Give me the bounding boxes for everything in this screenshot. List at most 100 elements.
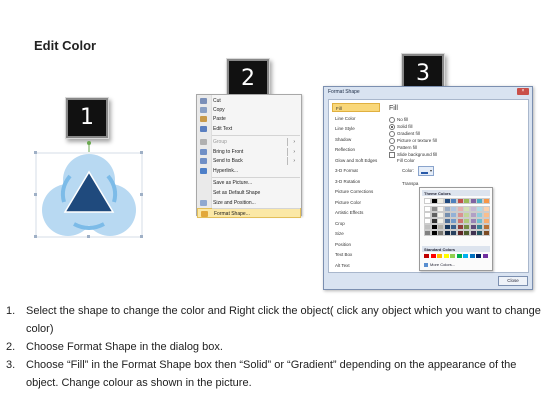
instruction-step: 2. Choose Format Shape in the dialog box. [6,338,551,356]
paste-icon [200,116,207,122]
dialog-nav-item[interactable]: Crop [332,219,380,228]
context-menu-item-label: Edit Text [213,126,233,132]
format-shape-icon [201,211,208,217]
dialog-nav-item[interactable]: Reflection [332,145,380,154]
dialog-nav-item[interactable]: Picture Corrections [332,187,380,196]
fill-radio[interactable] [389,117,395,123]
bring-front-icon [200,149,207,155]
color-palette-popup: Theme Colors Standard Colors More Colors… [419,187,493,271]
color-picker-button[interactable]: ▾ [418,166,434,176]
context-menu-item[interactable]: Send to Back › [197,156,301,166]
theme-color-swatch[interactable] [482,198,490,204]
dialog-nav-item[interactable]: Shadow [332,135,380,144]
context-menu-item[interactable]: Edit Text [197,124,301,134]
group-icon [200,139,207,145]
standard-color-swatch[interactable] [424,254,429,258]
dialog-nav-item[interactable]: Picture Color [332,198,380,207]
instruction-step: 1. Select the shape to change the color a… [6,302,551,338]
step-text: Choose Format Shape in the dialog box. [26,341,223,353]
theme-color-swatch[interactable] [482,230,490,236]
dialog-nav-label: Size [335,231,344,236]
chevron-right-icon: › [293,158,295,164]
context-menu-item[interactable]: Set as Default Shape [197,188,301,198]
context-menu-item-label: Send to Back [213,158,243,164]
context-menu-item-label: Set as Default Shape [213,190,261,196]
standard-color-swatch[interactable] [482,254,488,258]
color-label: Color: [402,168,415,173]
close-icon[interactable]: × [517,88,529,95]
more-colors-label: More Colors... [430,262,456,267]
context-menu-item[interactable]: Hyperlink... [197,166,301,176]
dialog-nav-item[interactable]: Artistic Effects [332,208,380,217]
step-number: 3. [6,359,16,371]
context-menu-item-label: Save as Picture... [213,180,253,186]
palette-icon [424,262,428,267]
selected-shape-panel[interactable] [30,140,148,240]
copy-icon [200,107,207,113]
context-menu-item[interactable]: Group › [197,137,301,147]
context-menu-item-label: Hyperlink... [213,168,239,174]
step-badge-1: 1 [68,100,106,136]
dialog-nav: Fill Line Color Line Style Shadow Reflection… [332,103,380,279]
fill-radio[interactable] [389,131,395,137]
dialog-title: Format Shape [328,89,360,95]
dialog-nav-item[interactable]: Glow and Soft Edges [332,156,380,165]
fill-option-label: No fill [397,116,409,122]
scissors-icon [200,98,207,104]
standard-color-swatch[interactable] [456,254,462,258]
dialog-nav-item[interactable]: 3-D Format [332,166,380,175]
step-number: 2. [6,341,16,353]
dialog-nav-label: Alt Text [335,262,350,268]
standard-color-swatch[interactable] [476,254,481,258]
fill-heading: Fill [389,105,398,112]
standard-colors-label: Standard Colors [424,247,456,252]
standard-color-swatch[interactable] [437,254,442,258]
context-menu-item-label: Group [213,139,227,145]
dialog-nav-label: Picture Corrections [335,189,374,194]
fill-option-label: Pattern fill [397,144,418,150]
dialog-nav-item[interactable]: Line Color [332,114,380,123]
cycle-triangle-shape[interactable] [30,140,148,240]
standard-color-swatch[interactable] [443,254,449,258]
dialog-nav-label: Shadow [335,136,352,142]
dialog-nav-item[interactable]: Fill [332,103,380,112]
dialog-nav-label: Picture Color [335,199,362,205]
standard-color-swatch[interactable] [450,254,455,258]
submenu-divider [287,138,288,146]
fill-option-label: Gradient fill [397,130,420,136]
dialog-nav-item[interactable]: Line Style [332,124,380,133]
dialog-nav-label: Line Style [335,126,355,131]
theme-colors-header: Theme Colors [422,190,490,196]
instruction-step: 3. Choose “Fill” in the Format Shape box … [6,356,551,392]
dialog-body: Fill Line Color Line Style Shadow Reflection… [328,99,529,273]
theme-colors-label: Theme Colors [424,191,451,196]
context-menu-item[interactable]: Size and Position... [197,198,301,208]
context-menu-item[interactable]: Paste [197,114,301,124]
dialog-nav-item[interactable]: Text Box [332,250,380,259]
dialog-nav-item[interactable]: Alt Text [332,261,380,270]
dialog-nav-item[interactable]: 3-D Rotation [332,177,380,186]
fill-radio[interactable] [389,138,395,144]
context-menu-item[interactable]: Save as Picture... [197,178,301,188]
dialog-nav-item[interactable]: Size [332,229,380,238]
instructions: 1. Select the shape to change the color a… [6,302,551,392]
fill-checkbox[interactable] [389,152,395,158]
page-title: Edit Color [34,38,97,53]
standard-color-swatch[interactable] [463,254,468,258]
fill-radio[interactable] [389,124,395,130]
fill-radio[interactable] [389,145,395,151]
more-colors-item[interactable]: More Colors... [424,262,455,267]
menu-separator [212,177,300,178]
close-button[interactable]: Close [498,276,528,286]
step-text: Select the shape to change the color and… [26,305,541,335]
fill-option-label: Solid fill [397,123,413,129]
fill-pane: Fill No fill Solid fill Gradient fill Pictu… [385,103,525,271]
step-badge-2: 2 [229,61,267,97]
context-menu-item[interactable]: Format Shape... [197,208,301,218]
standard-color-swatch[interactable] [469,254,475,258]
dialog-nav-label: Artistic Effects [335,210,364,215]
dialog-nav-item[interactable]: Position [332,240,380,249]
chevron-right-icon: › [293,149,295,155]
menu-separator [212,208,300,209]
standard-color-swatch[interactable] [430,254,436,258]
